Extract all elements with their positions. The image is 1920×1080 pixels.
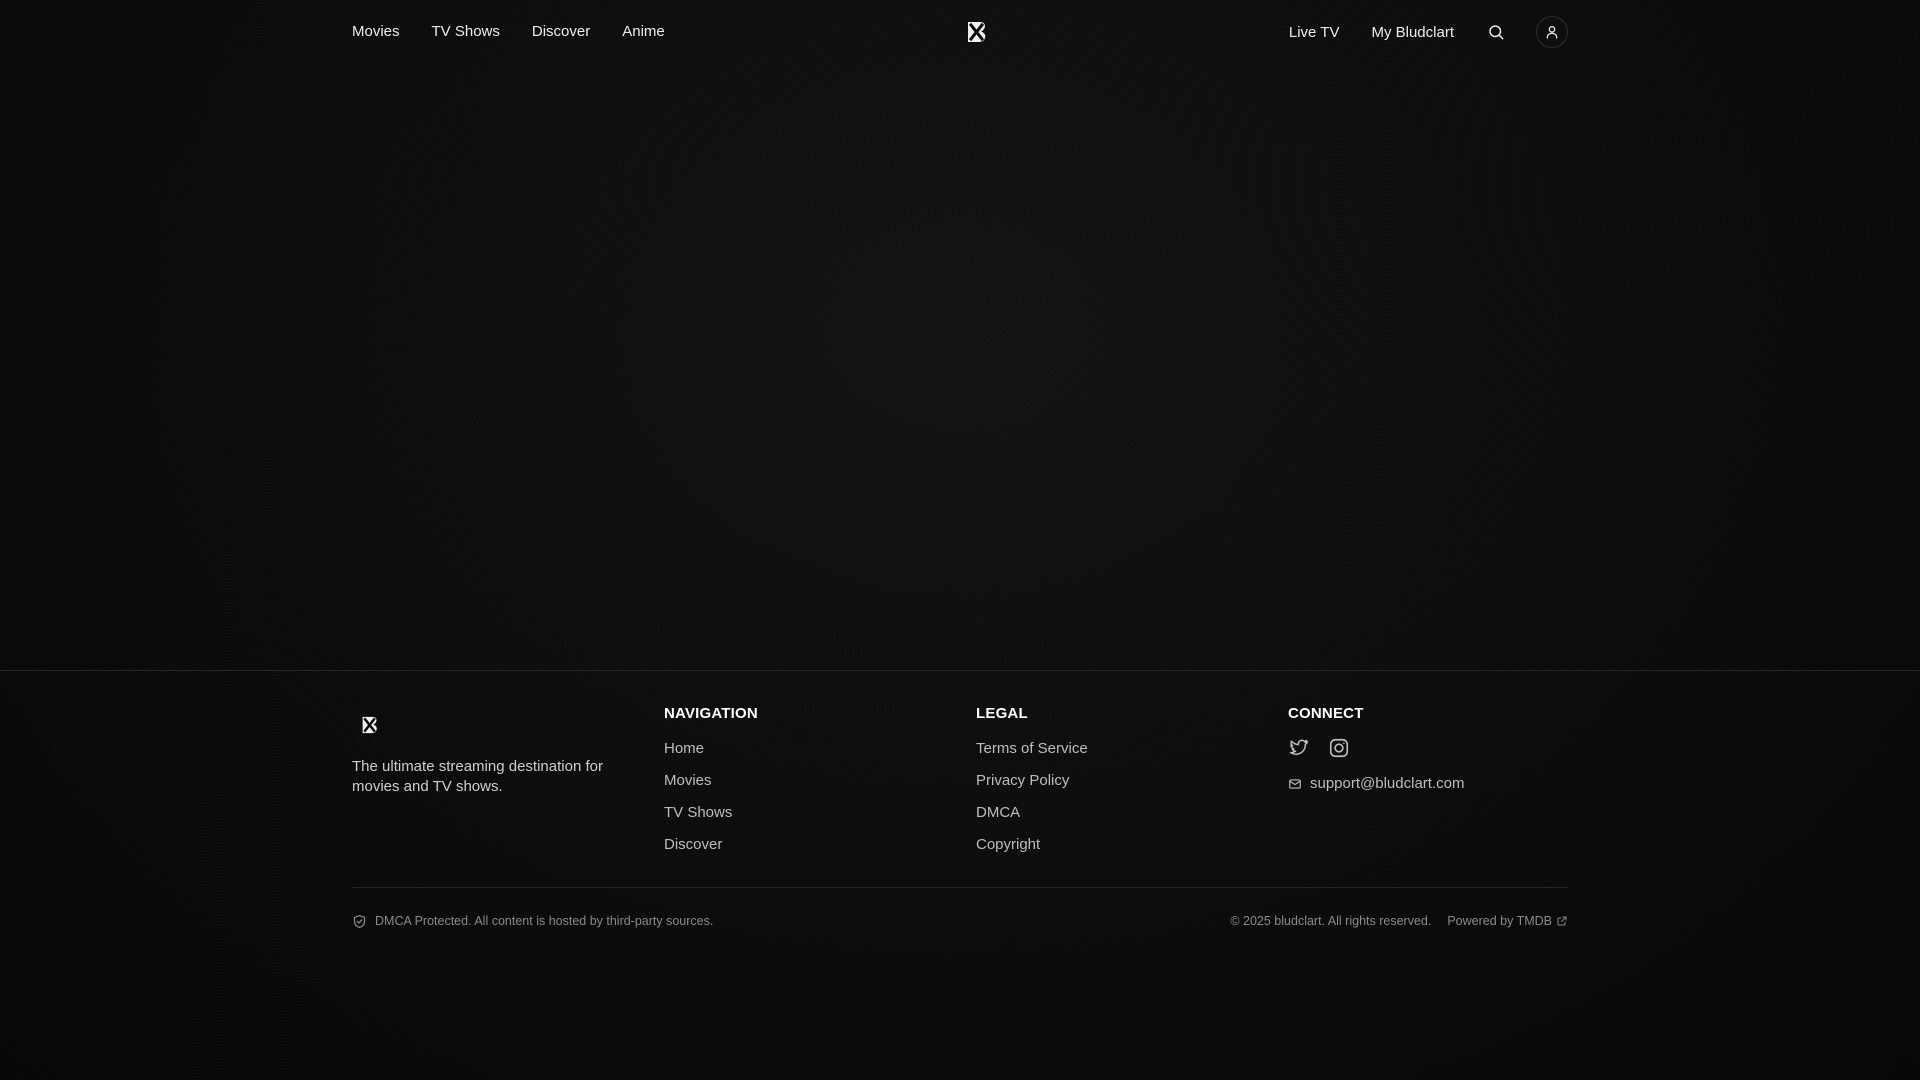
- mail-icon: [1289, 778, 1301, 789]
- footer-tagline: The ultimate streaming destination for m…: [352, 758, 603, 795]
- twitter-icon[interactable]: [1288, 737, 1310, 759]
- footer-legal-links: Terms of Service Privacy Policy DMCA Cop…: [976, 739, 1088, 855]
- footer-legal-title: LEGAL: [976, 705, 1028, 722]
- dmca-notice-text: DMCA Protected. All content is hosted by…: [375, 914, 714, 928]
- footer-link-copyright[interactable]: Copyright: [976, 835, 1088, 855]
- footer-navigation-column: NAVIGATION Home Movies TV Shows Discover: [664, 705, 758, 855]
- shield-check-icon: [353, 914, 366, 928]
- footer-navigation-title: NAVIGATION: [664, 705, 758, 722]
- nav-discover[interactable]: Discover: [532, 20, 590, 44]
- social-links: [1288, 737, 1464, 759]
- primary-nav: Movies TV Shows Discover Anime: [352, 20, 665, 44]
- footer-link-dmca[interactable]: DMCA: [976, 803, 1088, 823]
- dmca-notice: DMCA Protected. All content is hosted by…: [352, 914, 713, 929]
- bludclart-logo-icon[interactable]: [966, 20, 988, 44]
- support-email-link[interactable]: support@bludclart.com: [1288, 775, 1464, 792]
- footer-link-terms[interactable]: Terms of Service: [976, 739, 1088, 759]
- copyright-text: © 2025 bludclart. All rights reserved.: [1230, 914, 1432, 928]
- bludclart-logo-icon[interactable]: [361, 715, 379, 735]
- footer-credits: © 2025 bludclart. All rights reserved. P…: [1230, 914, 1568, 928]
- instagram-icon[interactable]: [1328, 737, 1350, 759]
- footer-link-movies[interactable]: Movies: [664, 771, 758, 791]
- footer-link-tv-shows[interactable]: TV Shows: [664, 803, 758, 823]
- powered-by-tmdb-link[interactable]: Powered by TMDB: [1447, 914, 1568, 928]
- nav-tv-shows[interactable]: TV Shows: [432, 20, 500, 44]
- footer-navigation-links: Home Movies TV Shows Discover: [664, 739, 758, 855]
- footer-content: The ultimate streaming destination for m…: [352, 671, 1568, 1080]
- site-footer: The ultimate streaming destination for m…: [0, 670, 1920, 1080]
- footer-bottom-bar: DMCA Protected. All content is hosted by…: [352, 911, 1568, 931]
- top-navigation-bar: Movies TV Shows Discover Anime Live TV M…: [0, 0, 1920, 64]
- footer-legal-column: LEGAL Terms of Service Privacy Policy DM…: [976, 705, 1088, 855]
- user-icon: [1546, 26, 1558, 39]
- footer-connect-title: CONNECT: [1288, 705, 1364, 722]
- nav-anime[interactable]: Anime: [622, 20, 665, 44]
- search-icon[interactable]: [1486, 22, 1506, 42]
- nav-live-tv[interactable]: Live TV: [1289, 24, 1340, 41]
- nav-my-bludclart[interactable]: My Bludclart: [1371, 24, 1454, 41]
- support-email: support@bludclart.com: [1310, 775, 1465, 792]
- nav-movies[interactable]: Movies: [352, 20, 400, 44]
- secondary-nav: Live TV My Bludclart: [1289, 16, 1568, 48]
- footer-connect-column: CONNECT support@bludclart.com: [1288, 705, 1464, 792]
- footer-brand-column: The ultimate streaming destination for m…: [352, 705, 612, 797]
- account-button[interactable]: [1536, 16, 1568, 48]
- footer-divider: [352, 887, 1568, 888]
- footer-link-privacy[interactable]: Privacy Policy: [976, 771, 1088, 791]
- footer-link-discover[interactable]: Discover: [664, 835, 758, 855]
- powered-by-text: Powered by TMDB: [1447, 914, 1552, 928]
- footer-link-home[interactable]: Home: [664, 739, 758, 759]
- external-link-icon: [1557, 916, 1567, 926]
